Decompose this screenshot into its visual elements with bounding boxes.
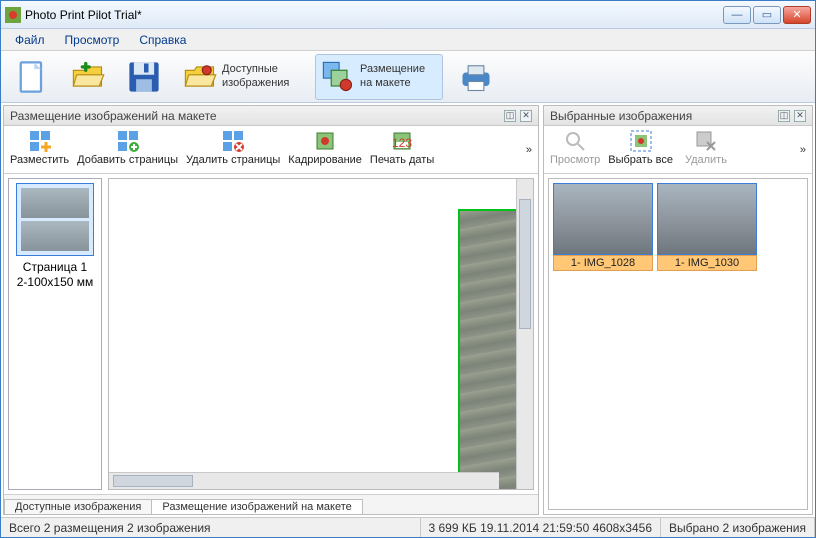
magnifier-icon <box>564 130 586 152</box>
page-caption: Страница 1 2-100x150 мм <box>17 260 94 290</box>
save-button[interactable] <box>121 54 167 100</box>
workspace: Размещение изображений на макете ◫ ✕ Раз… <box>1 103 815 517</box>
preview-canvas[interactable] <box>109 179 516 489</box>
crop-icon <box>314 130 336 152</box>
layout-panel: Размещение изображений на макете ◫ ✕ Раз… <box>3 105 539 515</box>
image-x-icon <box>695 130 717 152</box>
main-toolbar: Доступные изображения Размещение на маке… <box>1 51 815 103</box>
selected-toolbar: Просмотр Выбрать все Удалить » <box>544 126 812 174</box>
layout-icon <box>320 59 356 95</box>
thumbnail-grid: 1- IMG_1028 1- IMG_1030 <box>548 178 808 510</box>
grid-plus-icon <box>117 130 139 152</box>
placed-photo[interactable] <box>458 209 516 489</box>
delete-button[interactable]: Удалить <box>681 130 731 166</box>
menu-file[interactable]: Файл <box>7 31 53 49</box>
page-list: Страница 1 2-100x150 мм <box>8 178 102 490</box>
tab-layout[interactable]: Размещение изображений на макете <box>151 499 362 514</box>
new-button[interactable] <box>9 54 55 100</box>
minimize-button[interactable]: — <box>723 6 751 24</box>
list-item[interactable]: 1- IMG_1030 <box>657 183 757 271</box>
thumbnail-image <box>553 183 653 255</box>
undock-icon[interactable]: ◫ <box>504 110 516 122</box>
vertical-scrollbar[interactable] <box>516 179 533 489</box>
thumbnail-label: 1- IMG_1028 <box>553 255 653 271</box>
grid-x-icon <box>222 130 244 152</box>
document-icon <box>14 59 50 95</box>
list-item[interactable]: 1- IMG_1028 <box>553 183 653 271</box>
select-all-button[interactable]: Выбрать все <box>608 130 673 166</box>
printer-icon <box>458 59 494 95</box>
toolbar-overflow-icon[interactable]: » <box>526 144 532 156</box>
app-icon <box>5 7 21 23</box>
panel-close-icon[interactable]: ✕ <box>520 110 532 122</box>
selected-panel-header: Выбранные изображения ◫ ✕ <box>544 106 812 126</box>
menu-help[interactable]: Справка <box>131 31 194 49</box>
status-left: Всего 2 размещения 2 изображения <box>1 518 421 537</box>
layout-button[interactable]: Размещение на макете <box>315 54 443 100</box>
svg-text:123: 123 <box>392 136 412 150</box>
status-mid: 3 699 КБ 19.11.2014 21:59:50 4608x3456 <box>421 518 662 537</box>
titlebar: Photo Print Pilot Trial* — ▭ ✕ <box>1 1 815 29</box>
thumbnail-label: 1- IMG_1030 <box>657 255 757 271</box>
tab-available-images[interactable]: Доступные изображения <box>4 499 152 514</box>
layout-panel-title: Размещение изображений на макете <box>10 109 217 123</box>
grid-icon <box>29 130 51 152</box>
bottom-tabs: Доступные изображения Размещение изображ… <box>4 494 538 514</box>
available-images-button[interactable]: Доступные изображения <box>177 54 305 100</box>
panel-close-icon[interactable]: ✕ <box>794 110 806 122</box>
page-mini-image-1 <box>21 188 89 218</box>
layout-toolbar: Разместить Добавить страницы Удалить стр… <box>4 126 538 174</box>
available-images-label: Доступные изображения <box>222 63 300 89</box>
crop-button[interactable]: Кадрирование <box>288 130 362 166</box>
select-all-icon <box>630 130 652 152</box>
folder-images-icon <box>182 59 218 95</box>
folder-open-icon <box>70 59 106 95</box>
selected-images-panel: Выбранные изображения ◫ ✕ Просмотр Выбра… <box>543 105 813 515</box>
close-button[interactable]: ✕ <box>783 6 811 24</box>
page-mini-image-2 <box>21 221 89 251</box>
toolbar-overflow-icon[interactable]: » <box>800 144 806 156</box>
window-title: Photo Print Pilot Trial* <box>25 8 723 22</box>
statusbar: Всего 2 размещения 2 изображения 3 699 К… <box>1 517 815 537</box>
maximize-button[interactable]: ▭ <box>753 6 781 24</box>
delete-pages-button[interactable]: Удалить страницы <box>186 130 280 166</box>
print-date-button[interactable]: 123 Печать даты <box>370 130 434 166</box>
thumbnail-image <box>657 183 757 255</box>
selected-panel-title: Выбранные изображения <box>550 109 692 123</box>
open-button[interactable] <box>65 54 111 100</box>
layout-label: Размещение на макете <box>360 63 438 89</box>
menu-view[interactable]: Просмотр <box>57 31 128 49</box>
floppy-icon <box>126 59 162 95</box>
page-thumb-selected[interactable] <box>16 183 94 256</box>
date-icon: 123 <box>391 130 413 152</box>
menubar: Файл Просмотр Справка <box>1 29 815 51</box>
place-button[interactable]: Разместить <box>10 130 69 166</box>
horizontal-scrollbar[interactable] <box>109 472 499 489</box>
preview-area <box>108 178 534 490</box>
undock-icon[interactable]: ◫ <box>778 110 790 122</box>
layout-panel-header: Размещение изображений на макете ◫ ✕ <box>4 106 538 126</box>
view-button[interactable]: Просмотр <box>550 130 600 166</box>
print-button[interactable] <box>453 54 499 100</box>
status-right: Выбрано 2 изображения <box>661 518 815 537</box>
add-pages-button[interactable]: Добавить страницы <box>77 130 178 166</box>
